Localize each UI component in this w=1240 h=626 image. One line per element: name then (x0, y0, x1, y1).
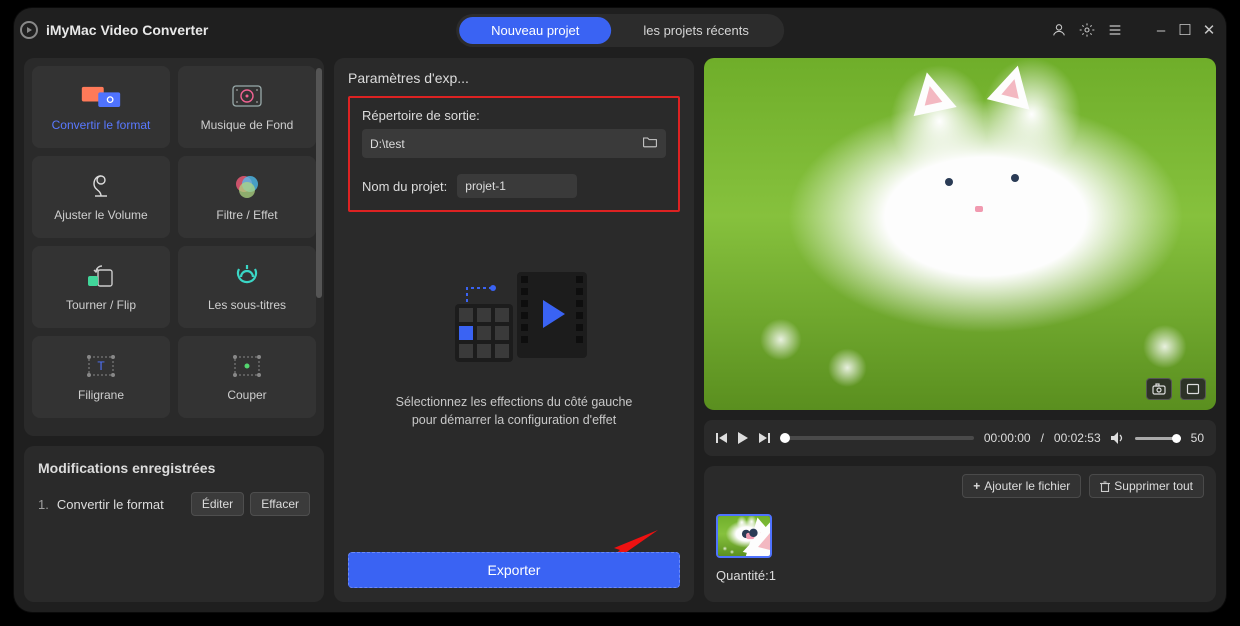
tool-background-music[interactable]: Musique de Fond (178, 66, 316, 148)
center-panel: Paramètres d'exp... Répertoire de sortie… (334, 58, 694, 602)
edit-button[interactable]: Éditer (191, 492, 244, 516)
preview-frame (704, 58, 1216, 410)
account-icon[interactable] (1050, 21, 1068, 39)
export-button[interactable]: Exporter (348, 552, 680, 588)
tab-recent-projects[interactable]: les projets récents (611, 17, 781, 44)
highlighted-settings: Répertoire de sortie: D:\test Nom du pro… (348, 96, 680, 212)
file-thumbnail[interactable] (716, 514, 772, 558)
mods-title: Modifications enregistrées (38, 460, 310, 476)
convert-icon (80, 82, 122, 110)
mod-row: 1. Convertir le format Éditer Effacer (38, 492, 310, 516)
music-icon (226, 82, 268, 110)
volume-value: 50 (1191, 431, 1204, 445)
play-button[interactable] (738, 432, 748, 444)
titlebar-right: – ☐ ✕ (1050, 21, 1216, 39)
gear-icon[interactable] (1078, 21, 1096, 39)
saved-modifications-panel: Modifications enregistrées 1. Convertir … (24, 446, 324, 602)
window-minimize[interactable]: – (1154, 22, 1168, 39)
window-close[interactable]: ✕ (1202, 21, 1216, 39)
output-dir-label: Répertoire de sortie: (362, 108, 666, 123)
filter-icon (226, 172, 268, 200)
mod-label: Convertir le format (57, 497, 164, 512)
tool-subtitles[interactable]: Les sous-titres (178, 246, 316, 328)
svg-text:T: T (97, 359, 105, 373)
progress-bar[interactable] (780, 436, 974, 440)
tool-label: Filigrane (78, 388, 124, 402)
rotate-icon (80, 262, 122, 290)
tab-new-project[interactable]: Nouveau projet (459, 17, 611, 44)
folder-icon[interactable] (642, 135, 658, 152)
clear-button[interactable]: Effacer (250, 492, 310, 516)
volume-icon (80, 172, 122, 200)
volume-icon[interactable] (1111, 432, 1125, 444)
center-title: Paramètres d'exp... (348, 70, 680, 86)
tool-grid: Convertir le format Musique de Fond Ajus… (32, 66, 316, 418)
tool-label: Convertir le format (52, 118, 151, 132)
titlebar: iMyMac Video Converter Nouveau projet le… (14, 8, 1226, 52)
tool-panel: Convertir le format Musique de Fond Ajus… (24, 58, 324, 436)
project-name-row: Nom du projet: (362, 174, 666, 198)
volume-slider[interactable] (1135, 437, 1181, 440)
right-column: 00:00:00 / 00:02:53 50 +Ajouter le fichi… (704, 58, 1216, 602)
tool-label: Ajuster le Volume (54, 208, 147, 222)
tool-adjust-volume[interactable]: Ajuster le Volume (32, 156, 170, 238)
watermark-icon: T (80, 352, 122, 380)
tool-watermark[interactable]: T Filigrane (32, 336, 170, 418)
delete-all-button[interactable]: Supprimer tout (1089, 474, 1204, 498)
project-name-input[interactable] (457, 174, 577, 198)
tool-scrollbar[interactable] (316, 68, 322, 298)
next-button[interactable] (758, 432, 770, 444)
tool-label: Les sous-titres (208, 298, 286, 312)
quantity-label: Quantité:1 (716, 568, 1204, 583)
add-file-button[interactable]: +Ajouter le fichier (962, 474, 1081, 498)
app-window: iMyMac Video Converter Nouveau projet le… (14, 8, 1226, 612)
prev-button[interactable] (716, 432, 728, 444)
tool-label: Filtre / Effet (216, 208, 277, 222)
app-logo-icon (20, 21, 38, 39)
tool-rotate-flip[interactable]: Tourner / Flip (32, 246, 170, 328)
tool-convert-format[interactable]: Convertir le format (32, 66, 170, 148)
output-dir-value: D:\test (370, 137, 405, 151)
empty-state-graphic (348, 256, 680, 386)
tool-label: Tourner / Flip (66, 298, 136, 312)
snapshot-button[interactable] (1146, 378, 1172, 400)
menu-icon[interactable] (1106, 21, 1124, 39)
tool-label: Couper (227, 388, 266, 402)
titlebar-left: iMyMac Video Converter (20, 21, 208, 39)
time-duration: 00:02:53 (1054, 431, 1101, 445)
mod-number: 1. (38, 497, 49, 512)
tool-label: Musique de Fond (201, 118, 294, 132)
tool-cut[interactable]: Couper (178, 336, 316, 418)
subtitles-icon (226, 262, 268, 290)
cut-icon (226, 352, 268, 380)
file-list-panel: +Ajouter le fichier Supprimer tout Quant… (704, 466, 1216, 602)
hint-text: Sélectionnez les effections du côté gauc… (348, 394, 680, 429)
output-dir-field[interactable]: D:\test (362, 129, 666, 158)
project-name-label: Nom du projet: (362, 179, 447, 194)
time-current: 00:00:00 (984, 431, 1031, 445)
sidebar: Convertir le format Musique de Fond Ajus… (24, 58, 324, 602)
window-maximize[interactable]: ☐ (1178, 21, 1192, 39)
video-preview[interactable] (704, 58, 1216, 410)
main: Convertir le format Musique de Fond Ajus… (14, 58, 1226, 612)
fullscreen-button[interactable] (1180, 378, 1206, 400)
tool-filter-effect[interactable]: Filtre / Effet (178, 156, 316, 238)
player-bar: 00:00:00 / 00:02:53 50 (704, 420, 1216, 456)
tab-switcher: Nouveau projet les projets récents (456, 14, 784, 47)
app-title: iMyMac Video Converter (46, 22, 208, 38)
